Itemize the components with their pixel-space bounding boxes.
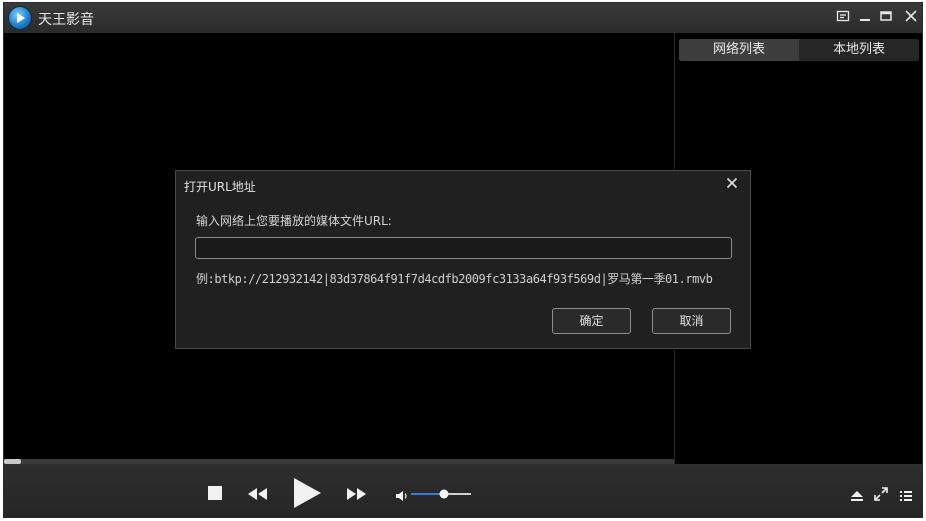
playlist-toggle-icon[interactable] bbox=[899, 487, 913, 506]
url-input[interactable] bbox=[195, 237, 732, 259]
dialog-prompt: 输入网络上您要播放的媒体文件URL: bbox=[196, 214, 392, 228]
app-title: 天王影音 bbox=[38, 12, 94, 28]
open-url-dialog: 打开URL地址 输入网络上您要播放的媒体文件URL: 例:btkp://2129… bbox=[175, 170, 751, 349]
tab-network-list[interactable]: 网络列表 bbox=[679, 39, 799, 61]
fullscreen-icon[interactable] bbox=[874, 486, 888, 505]
dialog-close-icon[interactable] bbox=[724, 175, 740, 193]
fast-forward-button[interactable] bbox=[346, 486, 368, 505]
mini-mode-icon[interactable] bbox=[834, 9, 852, 27]
cancel-button[interactable]: 取消 bbox=[652, 308, 731, 334]
stop-button[interactable] bbox=[207, 485, 223, 505]
play-button[interactable] bbox=[291, 476, 323, 514]
maximize-icon[interactable] bbox=[877, 9, 895, 27]
volume-icon[interactable] bbox=[395, 487, 409, 506]
dialog-title: 打开URL地址 bbox=[184, 180, 256, 194]
url-example: 例:btkp://212932142|83d37864f91f7d4cdfb20… bbox=[196, 272, 713, 286]
confirm-button[interactable]: 确定 bbox=[552, 308, 631, 334]
control-bar bbox=[4, 464, 922, 517]
tab-local-list[interactable]: 本地列表 bbox=[799, 39, 919, 61]
close-icon[interactable] bbox=[902, 9, 920, 27]
volume-slider[interactable] bbox=[410, 486, 472, 500]
rewind-button[interactable] bbox=[247, 486, 269, 505]
playlist-tabs: 网络列表 本地列表 bbox=[679, 39, 919, 61]
minimize-icon[interactable] bbox=[856, 9, 874, 27]
title-bar[interactable]: 天王影音 bbox=[4, 3, 922, 33]
eject-icon[interactable] bbox=[850, 487, 864, 506]
app-logo-icon bbox=[9, 7, 31, 29]
